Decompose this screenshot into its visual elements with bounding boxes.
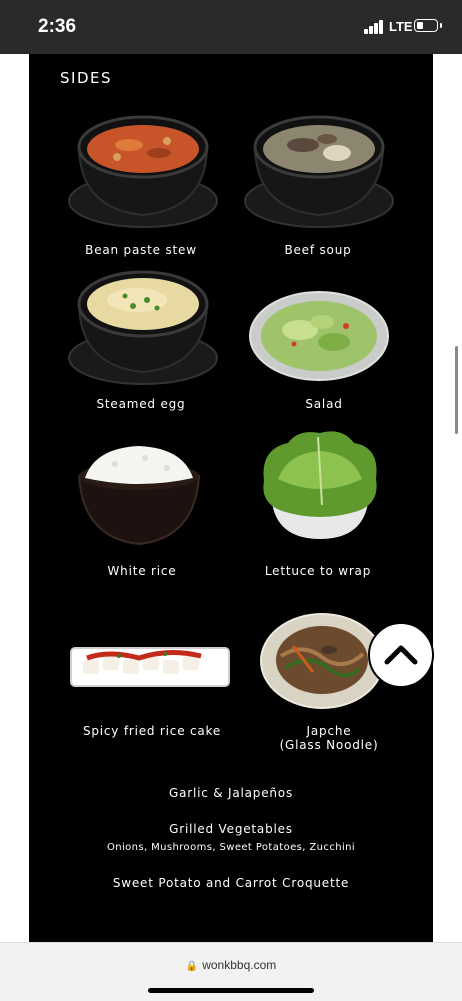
section-title: SIDES [60,69,112,87]
beef-soup-image [244,115,394,228]
status-bar: 2:36 LTE [0,0,462,54]
extra-croquette: Sweet Potato and Carrot Croquette [112,876,350,890]
bean-paste-stew-image [68,115,218,228]
extra-garlic: Garlic & Jalapeños [168,786,294,800]
salad-image [249,291,389,381]
item-label: White rice [107,564,177,578]
item-label: Beef soup [284,243,352,257]
item-label-line2: (Glass Noodle) [279,738,379,752]
steamed-egg-image [68,270,218,385]
item-label-line1: Japche [306,724,352,738]
item-label: Bean paste stew [85,243,197,257]
url-text: wonkbbq.com [202,958,277,972]
item-label: Spicy fried rice cake [82,724,222,738]
home-indicator[interactable] [148,988,314,993]
extra-grilled-detail: Onions, Mushrooms, Sweet Potatoes, Zucch… [106,842,356,853]
battery-icon [414,19,438,32]
scrollbar[interactable] [455,346,458,434]
lettuce-image [263,431,377,539]
status-time: 2:36 [38,16,77,37]
battery-tip [440,23,442,28]
item-label: Steamed egg [96,397,186,411]
item-label: Lettuce to wrap [264,564,372,578]
sides-panel: SIDES Bean paste stew Beef soup Steamed … [29,54,433,942]
lock-icon: 🔒 [185,961,199,972]
chevron-up-icon [384,645,418,665]
scroll-to-top-button[interactable] [368,622,434,688]
item-label: Japche (Glass Noodle) [234,724,424,752]
address-bar[interactable]: 🔒 wonkbbq.com [0,958,462,972]
item-label: Salad [305,397,343,411]
rice-cake-image [70,647,230,687]
signal-icon [364,20,386,34]
white-rice-image [77,446,201,546]
network-label: LTE [389,19,413,34]
extra-grilled-title: Grilled Vegetables [169,822,293,836]
japche-image [260,613,384,709]
browser-bottom-bar: 🔒 wonkbbq.com [0,942,462,1001]
